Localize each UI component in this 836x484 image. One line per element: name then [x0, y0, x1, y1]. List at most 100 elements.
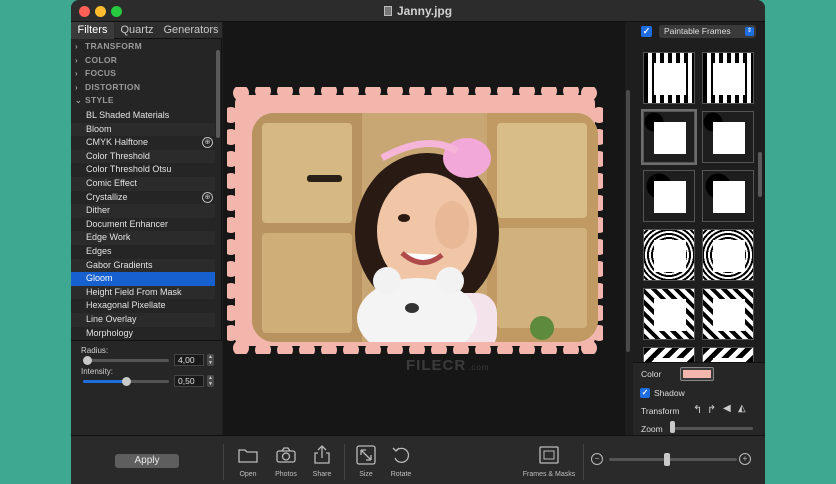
category-list: › TRANSFORM › COLOR › FOCUS › DISTORTION ⌄ STYLE	[71, 40, 222, 108]
document-icon	[383, 6, 392, 16]
radius-value-field[interactable]: 4,00	[174, 354, 204, 366]
filter-item[interactable]: Comic Effect	[71, 176, 215, 191]
radius-label: Radius:	[81, 346, 109, 355]
filter-item[interactable]: Morphology	[71, 327, 215, 340]
filter-item-label: Color Threshold	[86, 150, 150, 161]
filter-item-label: Gloom	[86, 273, 113, 284]
category-label: STYLE	[85, 95, 114, 106]
shadow-checkbox[interactable]: ✓	[640, 388, 650, 398]
tab-quartz[interactable]: Quartz	[114, 22, 160, 39]
flip-vertical-icon[interactable]: ◭	[738, 403, 746, 414]
watermark-text: FILECR	[406, 357, 467, 374]
filter-item-label: Document Enhancer	[86, 218, 169, 229]
crosshair-icon: ⊕	[202, 137, 213, 149]
filter-item[interactable]: Gabor Gradients	[71, 258, 215, 273]
filter-item-label: Crystallize	[86, 191, 128, 202]
apply-button[interactable]: Apply	[115, 454, 179, 468]
frame-thumbnail[interactable]	[702, 288, 754, 340]
filter-item-label: Edges	[86, 245, 112, 256]
shadow-label: Shadow	[654, 388, 685, 398]
filter-item[interactable]: Color Threshold Otsu	[71, 163, 215, 177]
title-bar: Janny.jpg	[71, 0, 765, 22]
share-button[interactable]: Share	[302, 445, 342, 478]
frame-thumbnail[interactable]	[643, 229, 695, 281]
category-distortion[interactable]: › DISTORTION	[71, 81, 222, 95]
category-transform[interactable]: › TRANSFORM	[71, 40, 222, 54]
filter-item[interactable]: Height Field From Mask	[71, 285, 215, 300]
photos-button-label: Photos	[275, 471, 297, 478]
filter-item[interactable]: Gloom	[71, 272, 215, 286]
intensity-stepper[interactable]: ▲ ▼	[207, 375, 214, 387]
intensity-value-field[interactable]: 0,50	[174, 375, 204, 387]
frame-thumbnail-center	[713, 122, 745, 154]
filter-list-scrollbar[interactable]	[216, 50, 220, 138]
intensity-slider-knob[interactable]	[121, 377, 131, 386]
tab-generators[interactable]: Generators	[160, 22, 222, 39]
frame-properties: Color ✓ Shadow Transform ↰ ↱ ◀ ◭ Zoom	[633, 362, 765, 435]
tab-filters[interactable]: Filters	[71, 22, 114, 39]
camera-icon	[276, 447, 296, 463]
filter-item[interactable]: Line Overlay	[71, 312, 215, 327]
frame-thumbnail-center	[654, 240, 686, 272]
category-focus[interactable]: › FOCUS	[71, 67, 222, 81]
radius-slider[interactable]	[83, 359, 169, 362]
frame-color-well[interactable]	[680, 367, 714, 381]
radius-slider-knob[interactable]	[82, 356, 92, 365]
filter-item[interactable]: Document Enhancer	[71, 218, 215, 232]
filter-item[interactable]: Hexagonal Pixellate	[71, 299, 215, 313]
zoom-in-icon[interactable]: +	[739, 453, 751, 465]
frame-thumbnail[interactable]	[643, 288, 695, 340]
filter-item[interactable]: Crystallize ⊕	[71, 191, 215, 205]
frame-zoom-slider[interactable]	[671, 427, 753, 430]
frame-thumbnail[interactable]	[702, 52, 754, 104]
filter-item-label: Height Field From Mask	[86, 286, 182, 297]
filter-item-label: Morphology	[86, 327, 134, 338]
filter-item[interactable]: Bloom	[71, 122, 215, 137]
rotate-button[interactable]: Rotate	[381, 445, 421, 478]
canvas-zoom-slider-knob[interactable]	[663, 453, 670, 466]
frames-enabled-checkbox[interactable]: ✓	[641, 26, 652, 37]
frame-type-dropdown[interactable]: Paintable Frames ⇕	[659, 25, 756, 38]
filter-item-label: Gabor Gradients	[86, 259, 153, 270]
toolbar-separator	[223, 444, 224, 480]
rotate-icon	[392, 447, 410, 463]
category-style[interactable]: ⌄ STYLE	[71, 94, 222, 108]
canvas-zoom-slider[interactable]	[609, 458, 737, 461]
canvas-scrollbar[interactable]	[626, 90, 630, 352]
frames-masks-button[interactable]: Frames & Masks	[519, 445, 579, 478]
photos-button[interactable]: Photos	[266, 445, 306, 478]
frame-thumbnail[interactable]	[643, 52, 695, 104]
rotate-right-icon[interactable]: ↱	[707, 403, 716, 416]
crosshair-icon: ⊕	[202, 191, 213, 203]
intensity-slider-fill	[83, 380, 126, 383]
rotate-left-icon[interactable]: ↰	[693, 403, 702, 416]
frame-thumbnail[interactable]	[702, 170, 754, 222]
frames-scrollbar[interactable]	[758, 152, 762, 197]
frames-masks-button-label: Frames & Masks	[522, 471, 576, 478]
frame-thumbnail[interactable]	[643, 170, 695, 222]
filter-item-label: Bloom	[86, 123, 112, 134]
frame-zoom-slider-knob[interactable]	[670, 421, 676, 433]
frame-thumbnail[interactable]	[702, 111, 754, 163]
filter-item[interactable]: Dither	[71, 204, 215, 218]
resize-icon	[356, 445, 376, 465]
window-title-text: Janny.jpg	[396, 4, 453, 18]
size-button[interactable]: Size	[346, 445, 386, 478]
open-button[interactable]: Open	[228, 445, 268, 478]
watermark-suffix: .com	[468, 363, 490, 372]
frame-thumbnail[interactable]	[702, 229, 754, 281]
filter-item[interactable]: Edge Work	[71, 231, 215, 245]
filter-item[interactable]: Edges	[71, 245, 215, 259]
filter-item-label: CMYK Halftone	[86, 137, 149, 148]
frames-panel: ✓ Paintable Frames ⇕	[633, 22, 765, 399]
rotate-button-label: Rotate	[390, 471, 412, 478]
category-color[interactable]: › COLOR	[71, 54, 222, 68]
filter-item[interactable]: CMYK Halftone ⊕	[71, 136, 215, 150]
share-icon	[314, 445, 330, 464]
frame-thumbnail[interactable]	[641, 109, 697, 165]
flip-horizontal-icon[interactable]: ◀	[723, 403, 731, 414]
radius-stepper[interactable]: ▲ ▼	[207, 354, 214, 366]
filter-item[interactable]: Color Threshold	[71, 149, 215, 164]
zoom-out-icon[interactable]: −	[591, 453, 603, 465]
filter-item[interactable]: BL Shaded Materials	[71, 109, 215, 123]
